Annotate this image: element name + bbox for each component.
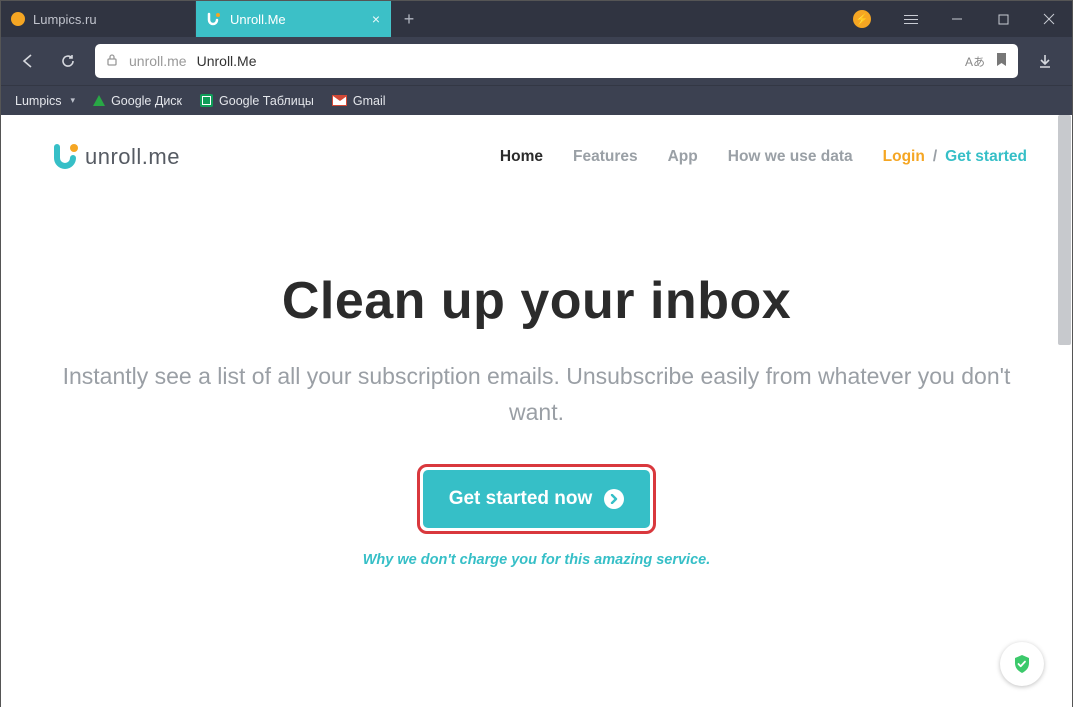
browser-titlebar: Lumpics.ru Unroll.Me × + ⚡: [1, 1, 1072, 37]
close-window-button[interactable]: [1026, 1, 1072, 37]
close-icon[interactable]: ×: [372, 11, 380, 27]
cta-label: Get started now: [449, 488, 593, 510]
cta-highlight: Get started now: [417, 464, 657, 534]
scrollbar[interactable]: [1058, 115, 1071, 345]
security-shield-badge[interactable]: [1000, 642, 1044, 686]
page-content: unroll.me Home Features App How we use d…: [1, 115, 1072, 708]
logo-text: unroll.me: [85, 144, 180, 170]
new-tab-button[interactable]: +: [391, 1, 427, 37]
google-sheets-icon: [200, 94, 213, 107]
window-controls: ⚡: [842, 1, 1072, 37]
tab-lumpics[interactable]: Lumpics.ru: [1, 1, 196, 37]
tab-title: Lumpics.ru: [33, 12, 97, 27]
nav-get-started[interactable]: Get started: [945, 148, 1027, 166]
favicon-lumpics: [11, 12, 25, 26]
favicon-unrollme: [206, 11, 222, 27]
bookmark-folder-lumpics[interactable]: Lumpics: [15, 94, 75, 108]
google-drive-icon: [93, 95, 105, 106]
logo-icon: [51, 143, 81, 171]
extension-bolt-icon[interactable]: ⚡: [842, 1, 888, 37]
hero-title: Clean up your inbox: [61, 271, 1012, 331]
site-header: unroll.me Home Features App How we use d…: [1, 115, 1072, 181]
bookmark-google-drive[interactable]: Google Диск: [93, 94, 182, 108]
bookmark-gmail[interactable]: Gmail: [332, 94, 386, 108]
nav-features[interactable]: Features: [573, 148, 638, 166]
hero-section: Clean up your inbox Instantly see a list…: [1, 181, 1072, 588]
address-domain: unroll.me: [129, 53, 187, 69]
site-logo[interactable]: unroll.me: [51, 143, 180, 171]
nav-separator: /: [933, 148, 937, 166]
address-bar-row: unroll.me Unroll.Me Аあ: [1, 37, 1072, 85]
minimize-button[interactable]: [934, 1, 980, 37]
nav-how-we-use-data[interactable]: How we use data: [728, 148, 853, 166]
address-page-title: Unroll.Me: [197, 53, 257, 69]
maximize-button[interactable]: [980, 1, 1026, 37]
nav-home[interactable]: Home: [500, 148, 543, 166]
get-started-now-button[interactable]: Get started now: [423, 470, 651, 528]
downloads-button[interactable]: [1032, 48, 1058, 74]
tab-title: Unroll.Me: [230, 12, 286, 27]
address-bar[interactable]: unroll.me Unroll.Me Аあ: [95, 44, 1018, 78]
hero-disclaimer-link[interactable]: Why we don't charge you for this amazing…: [61, 552, 1012, 568]
chevron-right-icon: [604, 489, 624, 509]
gmail-icon: [332, 95, 347, 106]
translate-icon[interactable]: Аあ: [965, 53, 985, 70]
bookmark-google-sheets[interactable]: Google Таблицы: [200, 94, 314, 108]
lock-icon: [105, 53, 119, 70]
bookmarks-bar: Lumpics Google Диск Google Таблицы Gmail: [1, 85, 1072, 115]
main-nav: Home Features App How we use data Login …: [500, 148, 1027, 166]
reload-button[interactable]: [55, 48, 81, 74]
bookmark-icon[interactable]: [995, 52, 1008, 70]
nav-login[interactable]: Login: [883, 148, 925, 166]
back-button[interactable]: [15, 48, 41, 74]
nav-app[interactable]: App: [668, 148, 698, 166]
tab-unrollme[interactable]: Unroll.Me ×: [196, 1, 391, 37]
hero-subtitle: Instantly see a list of all your subscri…: [61, 359, 1012, 430]
menu-icon[interactable]: [888, 1, 934, 37]
